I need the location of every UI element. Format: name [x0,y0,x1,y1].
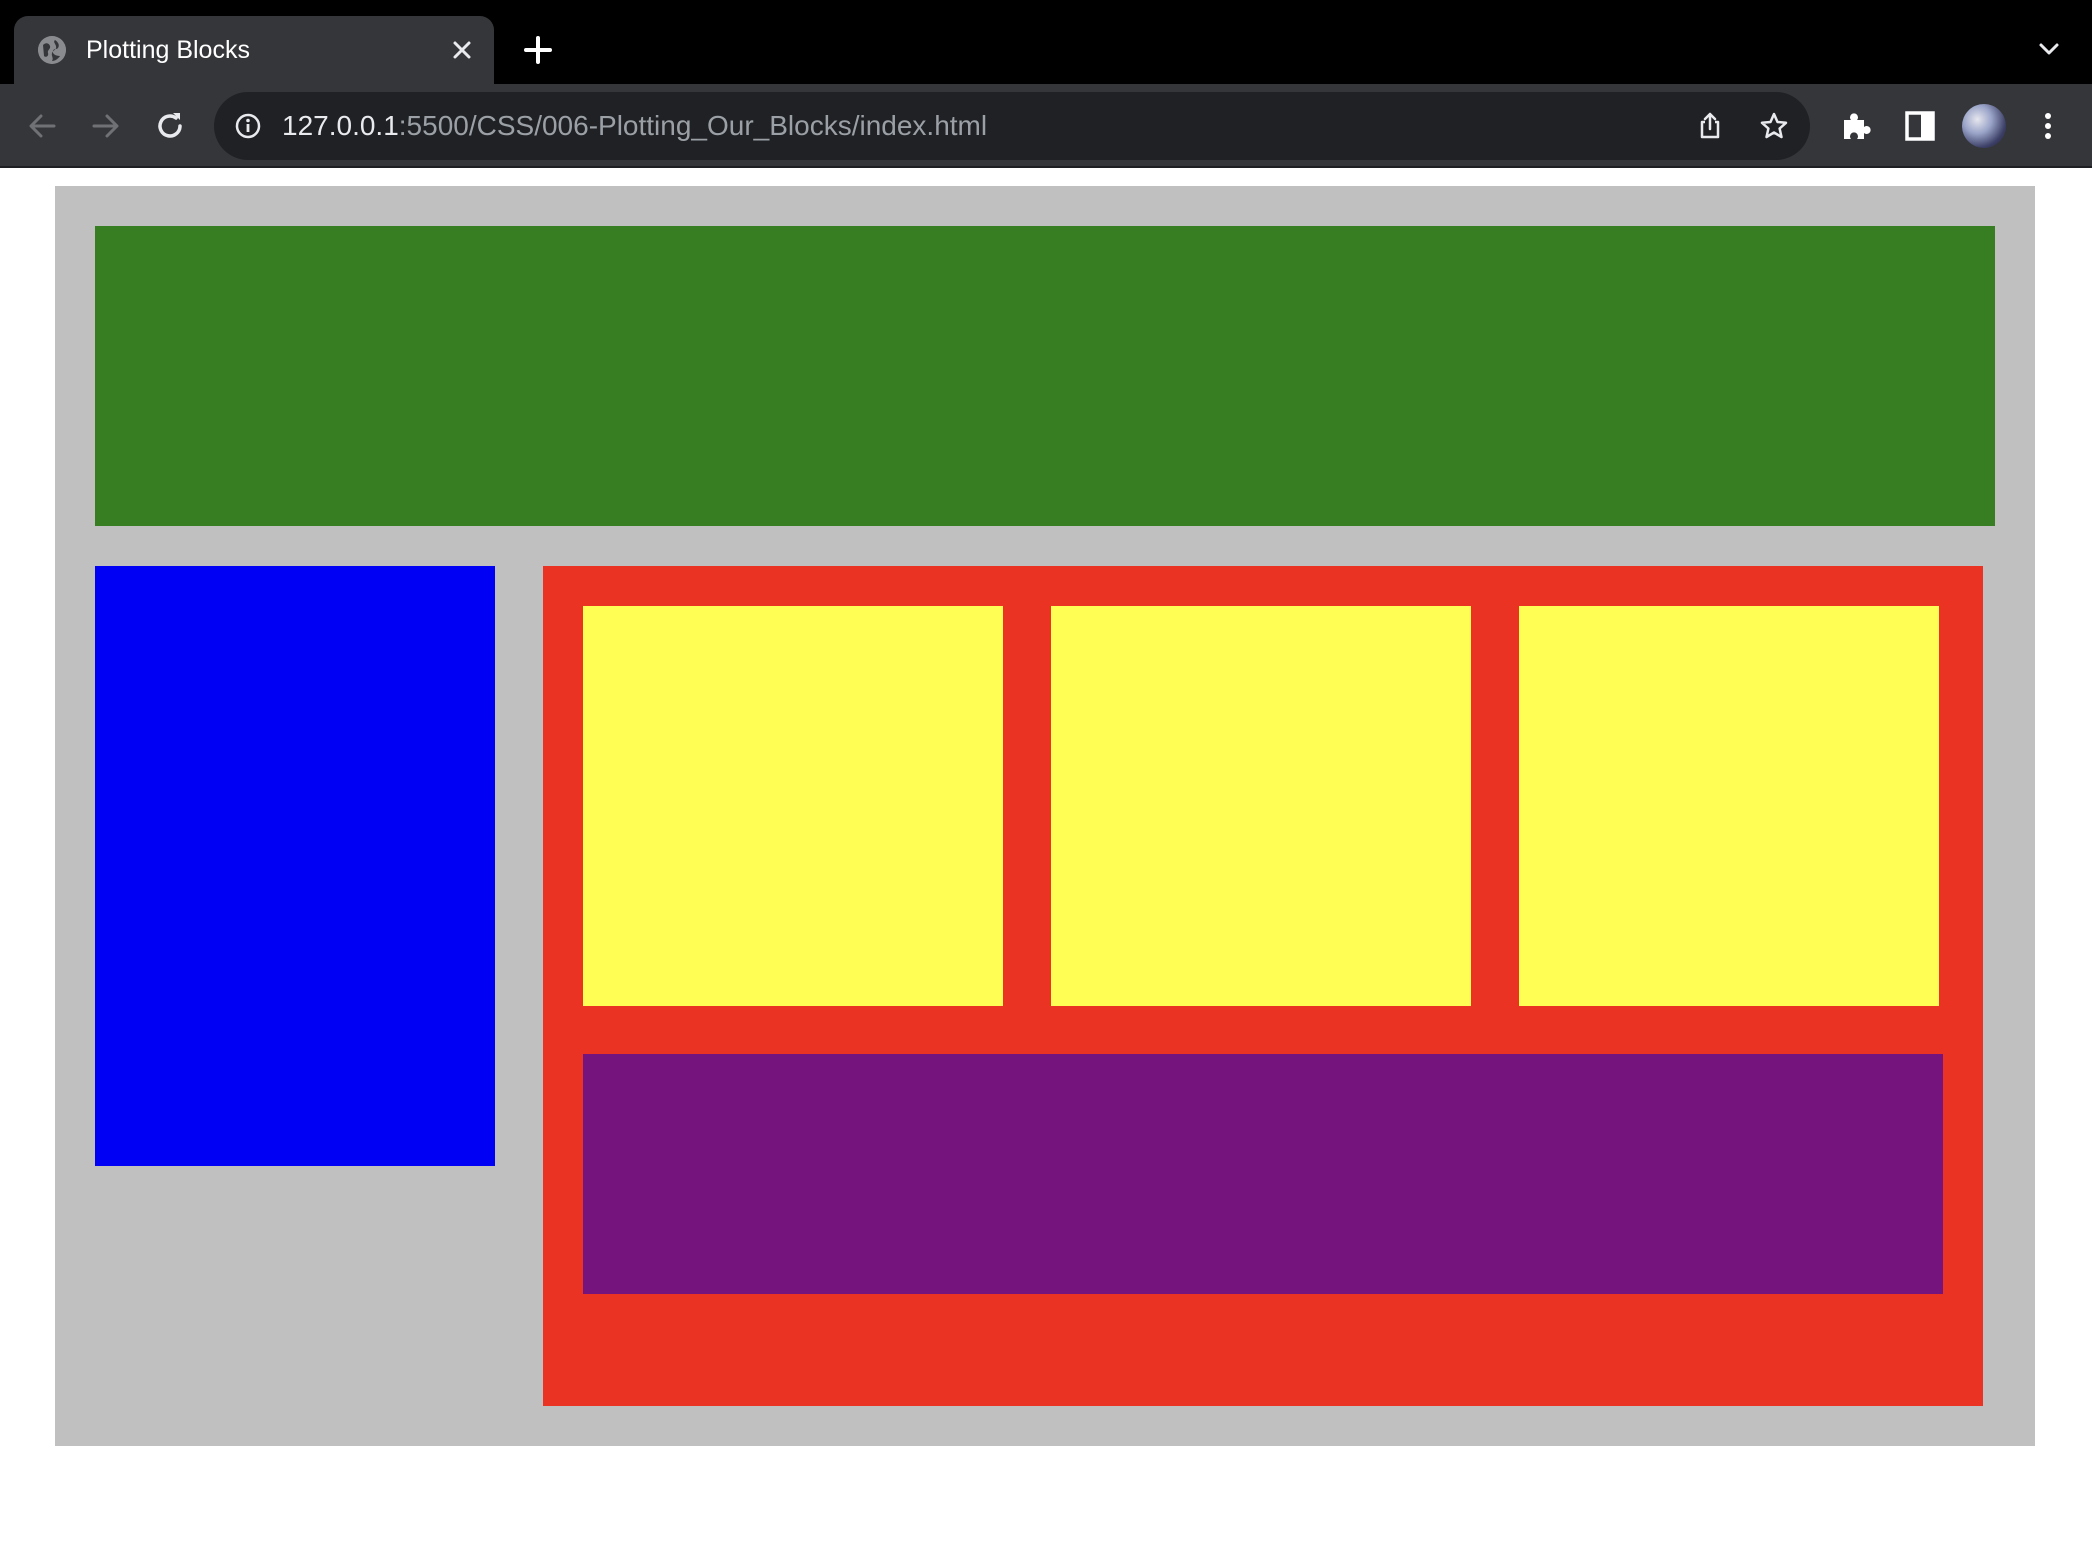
url-text[interactable]: 127.0.0.1:5500/CSS/006-Plotting_Our_Bloc… [282,108,987,144]
browser-tab[interactable]: Plotting Blocks [14,16,494,84]
header-block [95,226,1995,526]
card-block-1 [583,606,1003,1006]
footer-block [583,1054,1943,1294]
browser-toolbar: 127.0.0.1:5500/CSS/006-Plotting_Our_Bloc… [0,84,2092,168]
card-block-2 [1051,606,1471,1006]
address-bar[interactable]: 127.0.0.1:5500/CSS/006-Plotting_Our_Bloc… [214,92,1810,160]
puzzle-icon[interactable] [1838,108,1874,144]
side-panel-icon[interactable] [1902,108,1938,144]
star-icon[interactable] [1758,110,1790,142]
close-icon[interactable] [446,34,478,66]
globe-icon [38,36,66,64]
tab-title: Plotting Blocks [86,36,250,64]
avatar[interactable] [1962,104,2006,148]
url-path: :5500/CSS/006-Plotting_Our_Blocks/index.… [398,110,988,141]
tab-strip: Plotting Blocks [0,0,2092,84]
arrow-right-icon[interactable] [84,104,128,148]
page-viewport [0,168,2092,1554]
kebab-menu-icon[interactable] [2030,108,2066,144]
info-icon[interactable] [234,112,262,140]
share-icon[interactable] [1694,110,1726,142]
sidebar-block [95,566,495,1166]
arrow-left-icon[interactable] [20,104,64,148]
plus-icon[interactable] [518,30,558,70]
container-block [55,186,2035,1446]
url-host: 127.0.0.1 [282,110,399,141]
card-block-3 [1519,606,1939,1006]
reload-icon[interactable] [148,104,192,148]
main-block [543,566,1983,1406]
chevron-down-icon[interactable] [2032,32,2066,66]
